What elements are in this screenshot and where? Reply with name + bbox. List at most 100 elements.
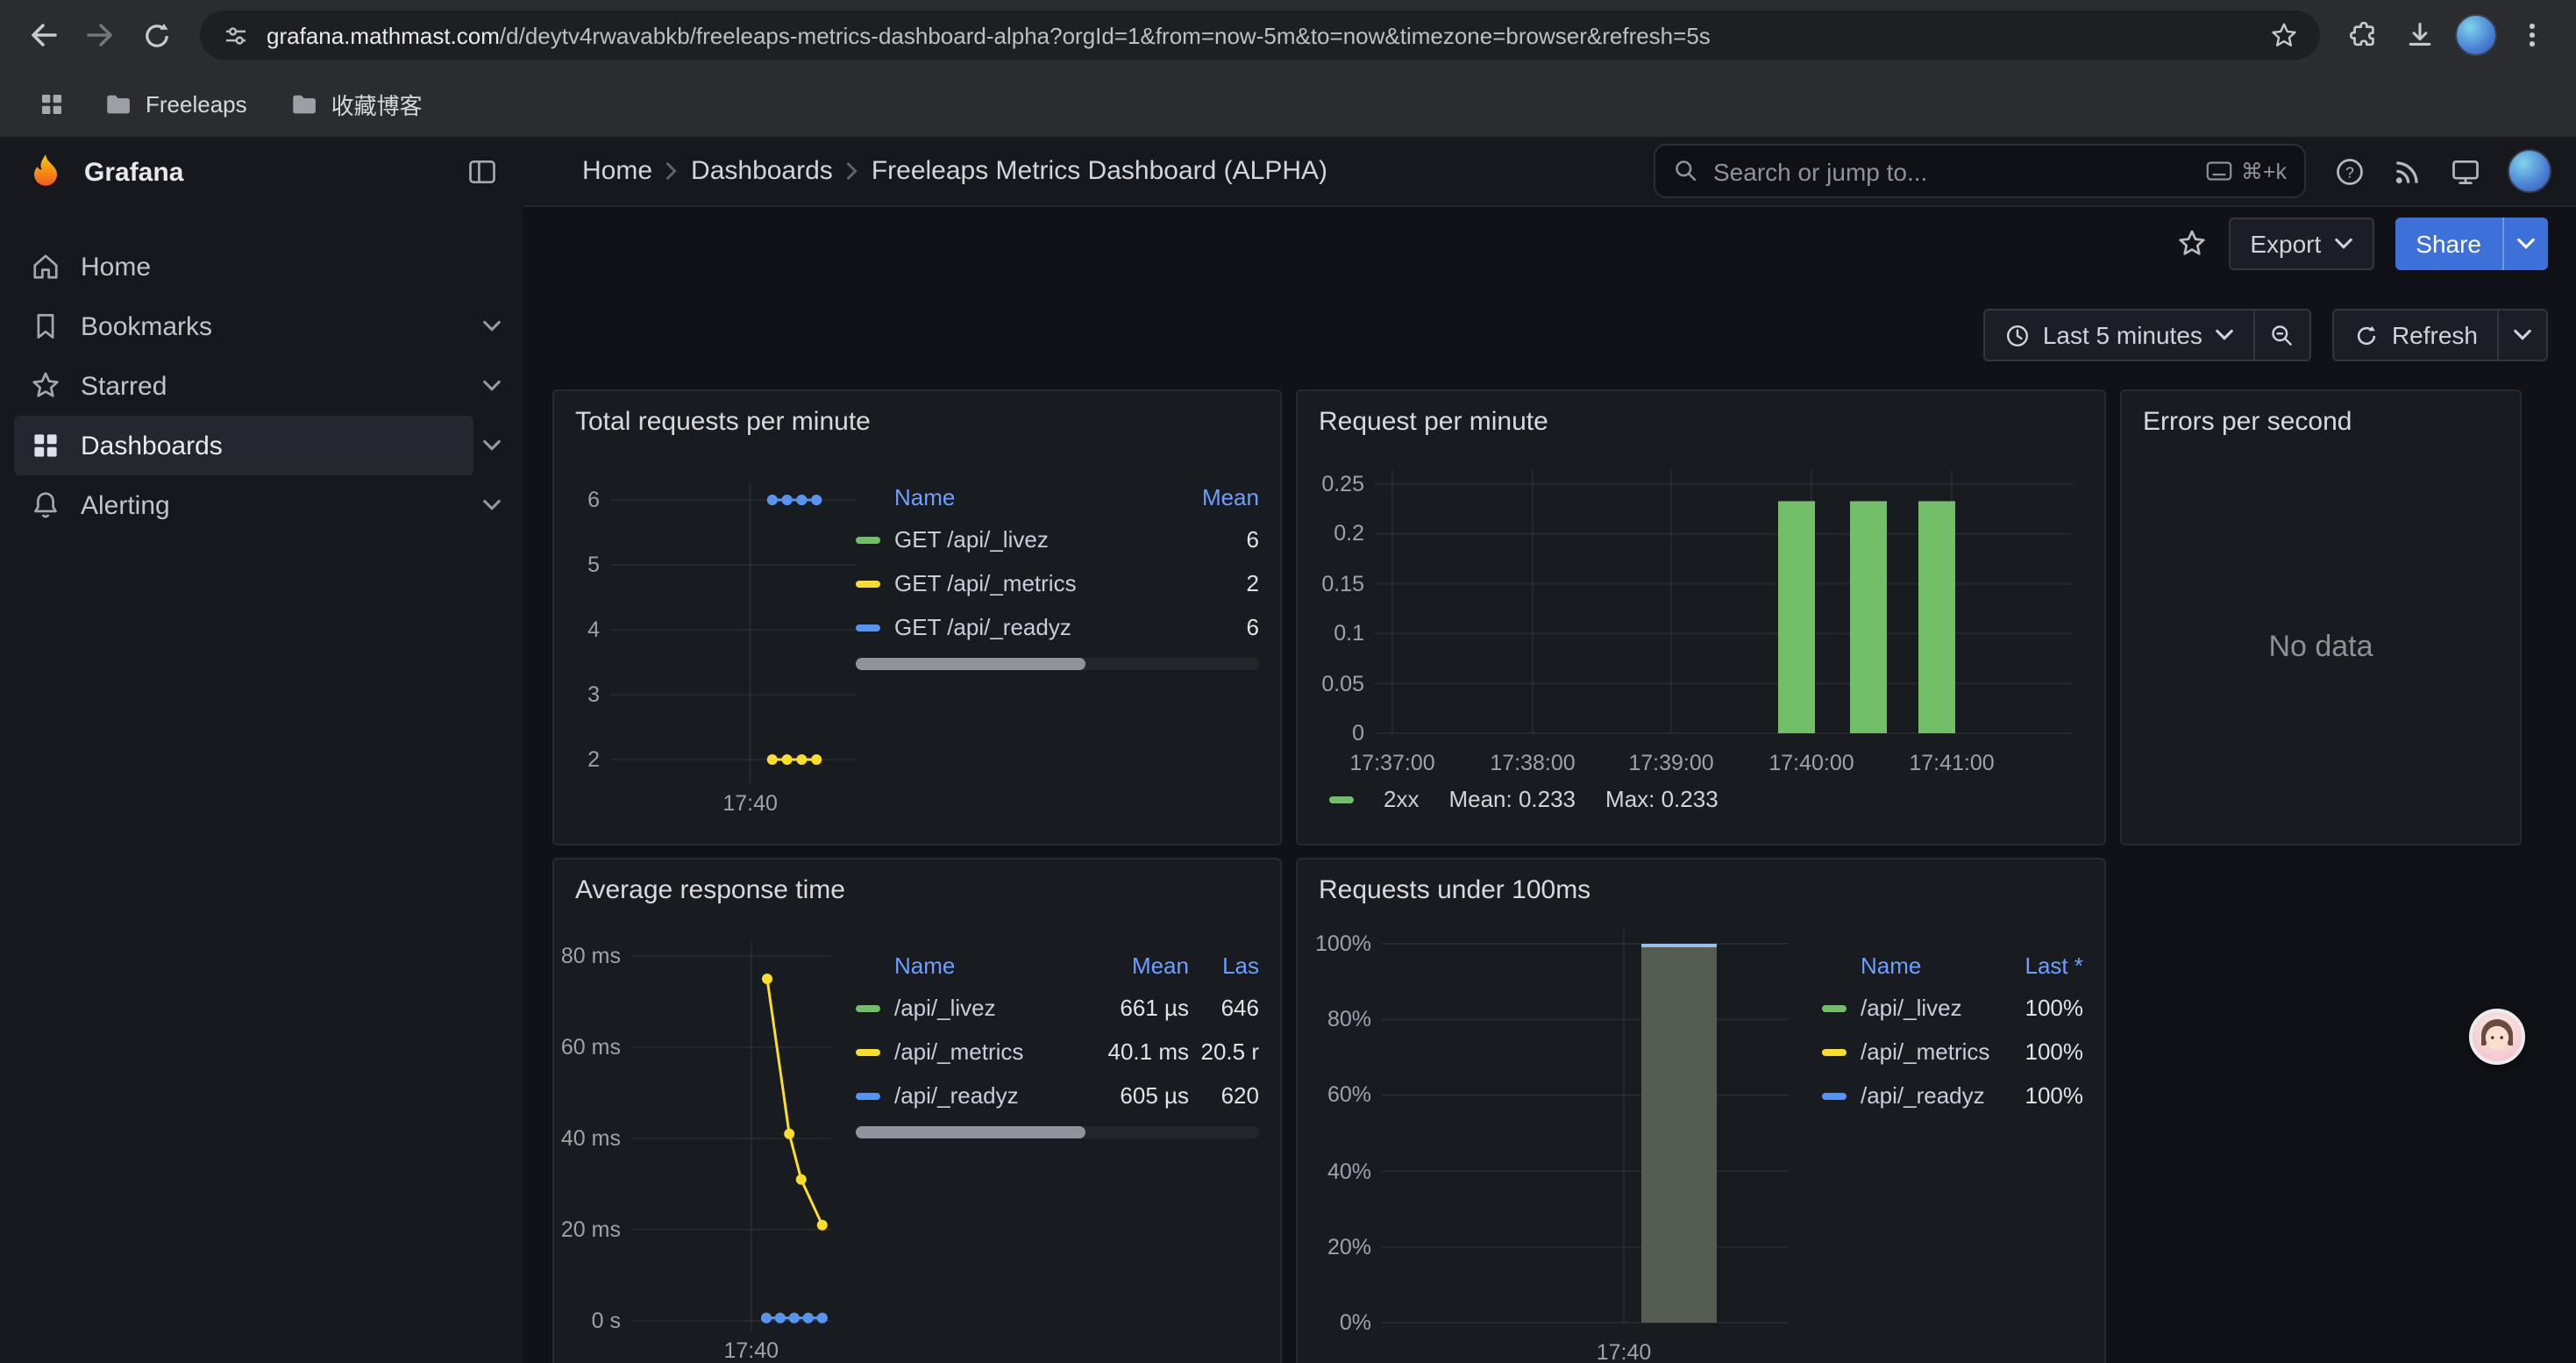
series-name[interactable]: /api/_readyz	[894, 1082, 1080, 1109]
search-input[interactable]	[1713, 157, 2192, 185]
forward-icon[interactable]	[74, 9, 126, 61]
share-menu-button[interactable]	[2502, 218, 2548, 270]
sidebar-item-dashboards[interactable]: Dashboards	[14, 416, 509, 475]
y-axis-label: 3	[587, 682, 600, 707]
url-path: /d/deytv4rwavabkb/freeleaps-metrics-dash…	[500, 22, 1711, 48]
chevron-down-icon[interactable]	[473, 439, 509, 453]
legend-header-name[interactable]: Name	[856, 483, 1189, 510]
total-requests-chart[interactable]	[610, 482, 856, 784]
download-icon[interactable]	[2394, 9, 2446, 61]
url-text[interactable]: grafana.mathmast.com/d/deytv4rwavabkb/fr…	[267, 22, 2253, 48]
x-axis: 17:40	[1312, 1333, 1789, 1363]
time-range-picker[interactable]: Last 5 minutes	[1983, 309, 2253, 361]
legend-row[interactable]: GET /api/_livez 6	[856, 517, 1259, 561]
panel-title[interactable]: Total requests per minute	[554, 391, 1280, 451]
legend-header-last[interactable]: Last *	[2003, 952, 2083, 978]
scrollbar-thumb[interactable]	[856, 658, 1085, 670]
chevron-down-icon[interactable]	[473, 379, 509, 393]
series-name[interactable]: /api/_livez	[894, 995, 1080, 1021]
legend-row[interactable]: /api/_metrics 40.1 ms 20.5 r	[856, 1030, 1259, 1074]
legend-row[interactable]: /api/_readyz 605 µs 620	[856, 1074, 1259, 1117]
home-icon	[30, 251, 61, 282]
sidebar-item-alerting[interactable]: Alerting	[14, 475, 509, 535]
zoom-out-button[interactable]	[2253, 309, 2311, 361]
under-100ms-chart[interactable]	[1382, 930, 1789, 1333]
legend-row[interactable]: GET /api/_metrics 2	[856, 561, 1259, 605]
request-per-minute-chart[interactable]	[1375, 470, 2073, 744]
legend-row[interactable]: GET /api/_readyz 6	[856, 605, 1259, 649]
series-mean: 40.1 ms	[1080, 1038, 1189, 1065]
sidebar-item-bookmarks[interactable]: Bookmarks	[14, 296, 509, 356]
legend-header-name[interactable]: Name	[1822, 952, 2003, 978]
help-icon[interactable]: ?	[2334, 155, 2366, 187]
user-avatar[interactable]	[2508, 149, 2551, 193]
legend[interactable]: 2xx Mean: 0.233 Max: 0.233	[1329, 786, 2083, 812]
y-axis-label: 0	[1352, 721, 1364, 746]
profile-avatar[interactable]	[2450, 9, 2502, 61]
legend-row[interactable]: /api/_readyz 100%	[1822, 1074, 2083, 1117]
series-name[interactable]: 2xx	[1384, 786, 1419, 812]
search-box[interactable]: ⌘+k	[1654, 144, 2306, 198]
screen: grafana.mathmast.com/d/deytv4rwavabkb/fr…	[0, 0, 2576, 1363]
apps-grid-icon[interactable]	[25, 77, 77, 130]
site-info-icon[interactable]	[221, 20, 251, 50]
breadcrumb-dashboards[interactable]: Dashboards	[691, 156, 833, 186]
chevron-down-icon[interactable]	[473, 319, 509, 333]
legend-row[interactable]: /api/_livez 100%	[1822, 986, 2083, 1030]
svg-text:?: ?	[2345, 163, 2354, 180]
chevron-right-icon	[845, 161, 859, 181]
legend-row[interactable]: /api/_metrics 100%	[1822, 1030, 2083, 1074]
back-icon[interactable]	[18, 9, 70, 61]
legend-header-last[interactable]: Las	[1189, 952, 1259, 978]
panel-title[interactable]: Errors per second	[2122, 391, 2520, 451]
series-name[interactable]: /api/_livez	[1861, 995, 2003, 1021]
url-bar[interactable]: grafana.mathmast.com/d/deytv4rwavabkb/fr…	[200, 11, 2320, 60]
series-color-chip	[856, 1092, 880, 1099]
browser-menu-icon[interactable]	[2506, 9, 2558, 61]
export-button[interactable]: Export	[2229, 218, 2373, 270]
series-name[interactable]: /api/_readyz	[1861, 1082, 2003, 1109]
legend-scrollbar[interactable]	[856, 658, 1259, 670]
refresh-interval-button[interactable]	[2497, 309, 2548, 361]
legend-header-mean[interactable]: Mean	[1189, 483, 1259, 510]
refresh-button[interactable]: Refresh	[2332, 309, 2497, 361]
share-button[interactable]: Share	[2395, 218, 2502, 270]
series-name[interactable]: /api/_metrics	[894, 1038, 1080, 1065]
favorite-star-icon[interactable]	[2176, 228, 2208, 260]
bookmark-star-icon[interactable]	[2269, 20, 2299, 50]
series-name[interactable]: /api/_metrics	[1861, 1038, 2003, 1065]
series-name[interactable]: GET /api/_livez	[894, 526, 1189, 553]
grafana-logo[interactable]	[25, 151, 67, 193]
series-name[interactable]: GET /api/_metrics	[894, 570, 1189, 596]
chevron-down-icon[interactable]	[473, 498, 509, 512]
series-last: 20.5 r	[1189, 1038, 1259, 1065]
legend-header-mean[interactable]: Mean	[1080, 952, 1189, 978]
series-name[interactable]: GET /api/_readyz	[894, 614, 1189, 640]
brand-name: Grafana	[84, 157, 449, 187]
share-split-button: Share	[2395, 218, 2548, 270]
assistant-avatar[interactable]	[2469, 1009, 2525, 1065]
scrollbar-thumb[interactable]	[856, 1126, 1085, 1138]
bookmark-folder-blogs[interactable]: 收藏博客	[274, 79, 438, 128]
series-last: 100%	[2003, 1082, 2083, 1109]
breadcrumb-current[interactable]: Freeleaps Metrics Dashboard (ALPHA)	[872, 156, 1327, 186]
legend-header-name[interactable]: Name	[856, 952, 1080, 978]
monitor-icon[interactable]	[2450, 155, 2481, 187]
news-rss-icon[interactable]	[2392, 155, 2423, 187]
average-response-chart[interactable]	[631, 942, 831, 1331]
breadcrumb-home[interactable]: Home	[582, 156, 652, 186]
extensions-icon[interactable]	[2338, 9, 2390, 61]
sidebar-item-starred[interactable]: Starred	[14, 356, 509, 416]
legend-scrollbar[interactable]	[856, 1126, 1259, 1138]
reload-icon[interactable]	[130, 9, 182, 61]
folder-icon	[289, 89, 319, 118]
panel-title[interactable]: Request per minute	[1298, 391, 2104, 451]
panel-title[interactable]: Average response time	[554, 860, 1280, 919]
sidebar-item-home[interactable]: Home	[14, 237, 509, 296]
bookmark-folder-freeleaps[interactable]: Freeleaps	[88, 79, 263, 128]
collapse-sidebar-icon[interactable]	[466, 156, 498, 188]
series-color-chip	[856, 1048, 880, 1055]
chevron-down-icon	[2516, 237, 2536, 251]
legend-row[interactable]: /api/_livez 661 µs 646	[856, 986, 1259, 1030]
panel-title[interactable]: Requests under 100ms	[1298, 860, 2104, 919]
